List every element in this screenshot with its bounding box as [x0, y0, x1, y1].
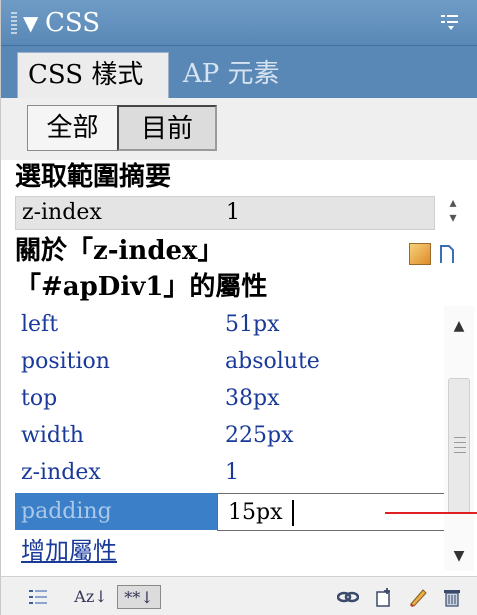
- drag-grip-icon[interactable]: [11, 12, 17, 34]
- property-value[interactable]: 225px: [225, 417, 293, 454]
- scrollbar-thumb[interactable]: [448, 378, 470, 514]
- scroll-grip-icon: [454, 437, 466, 453]
- summary-key: z-index: [22, 200, 102, 225]
- summary-value: 1: [226, 200, 240, 225]
- property-value[interactable]: 38px: [225, 380, 279, 417]
- current-mode-button[interactable]: 目前: [117, 105, 217, 151]
- property-name: z-index: [21, 460, 101, 485]
- add-property-link[interactable]: 增加屬性: [21, 534, 117, 568]
- property-row[interactable]: z-index 1: [15, 454, 443, 491]
- css-panel: ▼ CSS CSS 樣式 AP 元素 全部 目前 選取範圍摘要 z-index …: [0, 0, 477, 615]
- property-grid: left 51px position absolute top 38px wid…: [15, 306, 453, 571]
- property-name-editing: padding: [21, 499, 112, 524]
- summary-row[interactable]: z-index 1: [15, 196, 435, 230]
- property-value[interactable]: absolute: [225, 343, 320, 380]
- show-help-icon[interactable]: [437, 243, 459, 265]
- set-properties-button[interactable]: **↓: [117, 585, 161, 609]
- scroll-up-arrow-icon[interactable]: ▲: [444, 314, 474, 338]
- scroll-up-icon[interactable]: ▴: [441, 196, 465, 211]
- summary-heading: 選取範圍摘要: [15, 162, 172, 192]
- property-name: top: [21, 386, 58, 411]
- bottom-toolbar: Az↓ **↓: [1, 576, 477, 615]
- tab-bar: CSS 樣式 AP 元素: [1, 46, 477, 98]
- trash-icon[interactable]: [441, 586, 463, 608]
- property-value-input[interactable]: [228, 496, 368, 528]
- property-name: width: [21, 423, 84, 448]
- property-row-editing[interactable]: padding: [15, 493, 453, 531]
- summary-scroll-arrows[interactable]: ▴ ▾: [441, 196, 465, 230]
- edit-style-icon[interactable]: [407, 586, 429, 608]
- property-row[interactable]: top 38px: [15, 380, 443, 417]
- about-heading: 關於「z-index」: [15, 236, 224, 266]
- category-view-icon[interactable]: [27, 586, 49, 608]
- scroll-down-icon[interactable]: ▾: [441, 211, 465, 226]
- attach-stylesheet-icon[interactable]: [337, 586, 359, 608]
- property-value[interactable]: 51px: [225, 306, 279, 343]
- panel-title: CSS: [45, 8, 101, 38]
- collapse-arrow-icon[interactable]: ▼: [23, 10, 38, 36]
- new-css-rule-icon[interactable]: [373, 586, 395, 608]
- property-name: left: [21, 312, 59, 337]
- panel-title-bar[interactable]: ▼ CSS: [1, 0, 477, 46]
- show-info-icon[interactable]: [409, 243, 431, 265]
- text-caret: [292, 500, 294, 526]
- properties-heading: 「#apDiv1」的屬性: [15, 272, 268, 302]
- scroll-down-arrow-icon[interactable]: ▼: [444, 544, 474, 568]
- property-row[interactable]: left 51px: [15, 306, 443, 343]
- property-row[interactable]: position absolute: [15, 343, 443, 380]
- all-mode-button[interactable]: 全部: [27, 105, 117, 151]
- property-value[interactable]: 1: [225, 454, 239, 491]
- property-scrollbar[interactable]: ▲ ▼: [444, 306, 474, 571]
- mode-switcher: 全部 目前: [1, 98, 477, 160]
- property-row[interactable]: width 225px: [15, 417, 443, 454]
- tab-ap-elements[interactable]: AP 元素: [173, 52, 313, 98]
- property-name: position: [21, 349, 110, 374]
- sort-az-button[interactable]: Az↓: [69, 585, 113, 609]
- options-menu-icon[interactable]: [440, 12, 460, 32]
- tab-css-styles[interactable]: CSS 樣式: [17, 52, 169, 98]
- annotation-line: [385, 512, 477, 514]
